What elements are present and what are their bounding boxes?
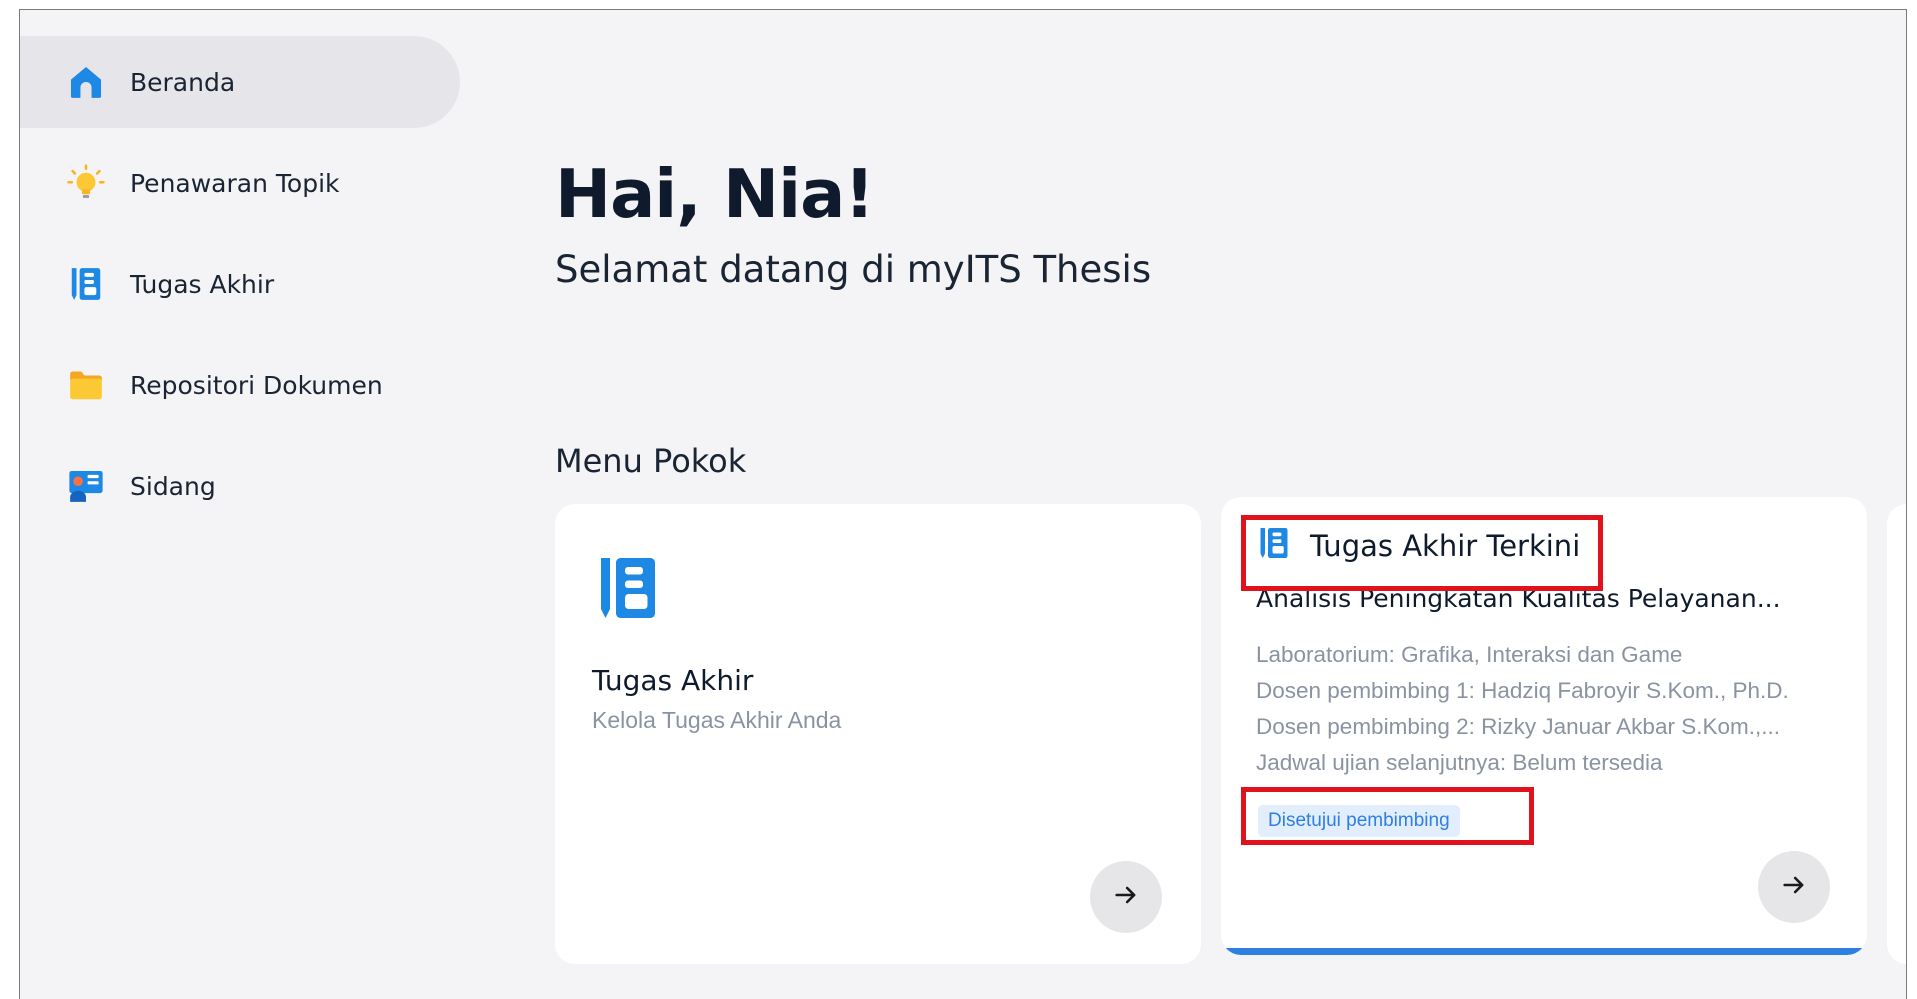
open-tugas-akhir-terkini-button[interactable] [1758, 851, 1830, 923]
next-card-partial[interactable] [1887, 504, 1906, 964]
sidebar-item-label: Tugas Akhir [130, 269, 275, 299]
open-tugas-akhir-button[interactable] [1090, 861, 1162, 933]
sidebar-item-repositori-dokumen[interactable]: Repositori Dokumen [20, 339, 460, 431]
welcome-subtitle: Selamat datang di myITS Thesis [555, 248, 1152, 291]
app-frame: Beranda Penawaran Topik Tugas Akhir Repo… [19, 9, 1907, 999]
jadwal-ujian-detail: Jadwal ujian selanjutnya: Belum tersedia [1256, 750, 1663, 775]
notebook-icon [1256, 525, 1292, 566]
sidebar-item-label: Beranda [130, 67, 236, 97]
card-header: Tugas Akhir Terkini [1256, 525, 1580, 566]
dosen-pembimbing-1-detail: Dosen pembimbing 1: Hadziq Fabroyir S.Ko… [1256, 678, 1789, 703]
presentation-icon [66, 466, 106, 506]
status-badge: Disetujui pembimbing [1258, 805, 1460, 837]
notebook-icon [592, 552, 664, 629]
sidebar-item-label: Sidang [130, 471, 216, 501]
card-accent-bar [1221, 948, 1867, 955]
home-icon [66, 62, 106, 102]
sidebar-item-sidang[interactable]: Sidang [20, 440, 460, 532]
sidebar-item-penawaran-topik[interactable]: Penawaran Topik [20, 137, 460, 229]
arrow-right-icon [1112, 881, 1140, 914]
thesis-title: Analisis Peningkatan Kualitas Pelayanan.… [1256, 584, 1781, 613]
notebook-icon [66, 264, 106, 304]
greeting-heading: Hai, Nia! [555, 155, 875, 233]
arrow-right-icon [1780, 871, 1808, 904]
sidebar-item-tugas-akhir[interactable]: Tugas Akhir [20, 238, 460, 330]
tugas-akhir-terkini-card[interactable]: Tugas Akhir Terkini Analisis Peningkatan… [1221, 497, 1867, 955]
card-header-title: Tugas Akhir Terkini [1310, 528, 1581, 563]
dosen-pembimbing-2-detail: Dosen pembimbing 2: Rizky Januar Akbar S… [1256, 714, 1780, 739]
sidebar-item-label: Repositori Dokumen [130, 370, 383, 400]
section-title-menu-pokok: Menu Pokok [555, 442, 747, 480]
lightbulb-icon [66, 163, 106, 203]
tugas-akhir-card[interactable]: Tugas Akhir Kelola Tugas Akhir Anda [555, 504, 1201, 964]
card-description: Kelola Tugas Akhir Anda [592, 707, 842, 733]
card-title: Tugas Akhir [592, 664, 754, 697]
folder-icon [66, 365, 106, 405]
sidebar-item-beranda[interactable]: Beranda [20, 36, 460, 128]
laboratorium-detail: Laboratorium: Grafika, Interaksi dan Gam… [1256, 642, 1683, 667]
sidebar-item-label: Penawaran Topik [130, 168, 340, 198]
